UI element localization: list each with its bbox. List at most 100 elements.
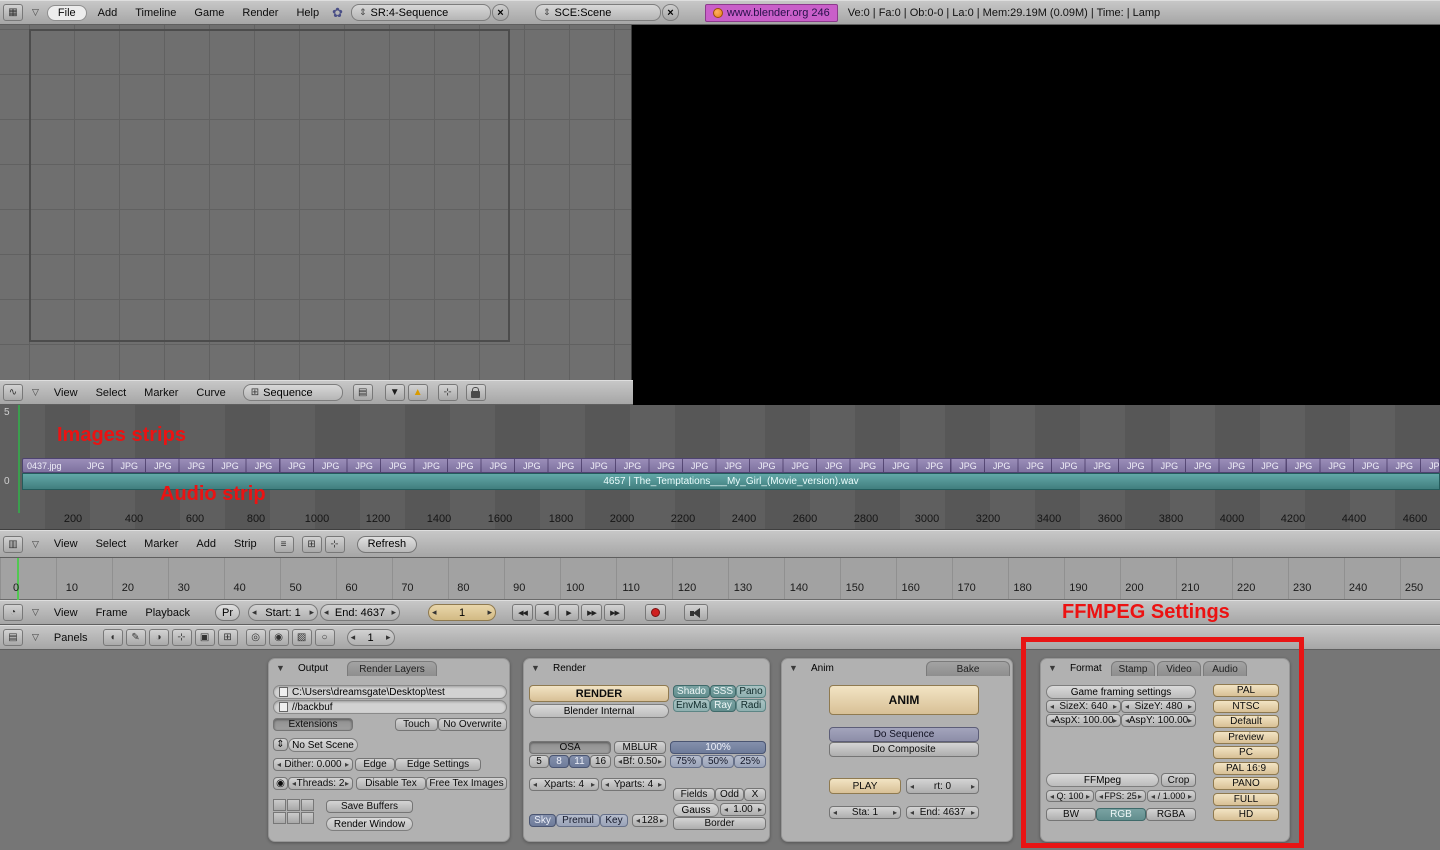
osa-5-button[interactable]: 5 — [529, 755, 549, 768]
grid-cell[interactable] — [301, 812, 314, 824]
menu-view[interactable]: View — [45, 607, 87, 619]
context-object-button[interactable]: ⊹ — [171, 629, 192, 646]
sss-toggle[interactable]: SSS — [710, 685, 736, 698]
do-composite-toggle[interactable]: Do Composite — [829, 742, 979, 757]
backbuf-field[interactable]: //backbuf — [273, 700, 507, 714]
play-button[interactable]: PLAY — [829, 778, 901, 794]
play-button[interactable]: ▶ — [558, 604, 579, 621]
format-preset-button[interactable]: Default — [1213, 715, 1279, 728]
pr-toggle[interactable]: Pr — [215, 604, 240, 621]
menu-panels[interactable]: Panels — [45, 632, 97, 644]
audio-strip[interactable]: 4657 | The_Temptations___My_Girl_(Movie_… — [22, 473, 1440, 490]
scene-browse-button[interactable]: ⇕ — [273, 738, 288, 751]
scene-selector[interactable]: ⇕ SCE:Scene — [534, 4, 661, 21]
shadow-toggle[interactable]: Shado — [673, 685, 710, 698]
menu-playback[interactable]: Playback — [136, 607, 199, 619]
snap-button[interactable]: ⊹ — [324, 535, 345, 553]
mode-dropdown[interactable]: ⊞ Sequence — [242, 384, 343, 401]
start-frame-field[interactable]: Start: 1 — [248, 604, 318, 621]
handles-button[interactable]: ⊞ — [301, 535, 322, 553]
menu-curve[interactable]: Curve — [187, 387, 234, 399]
grid-cell[interactable] — [287, 799, 300, 811]
save-buffers-toggle[interactable]: Save Buffers — [326, 800, 413, 813]
context-shading-button[interactable]: ◑ — [148, 629, 169, 646]
menu-frame[interactable]: Frame — [87, 607, 137, 619]
sequencer-strips-area[interactable]: 5 0 0437.jpg JPG JPG JPG JPG JPG JPG JPG JPG JPG J… — [0, 405, 1440, 530]
panel-collapse-icon[interactable]: ▼ — [789, 663, 798, 673]
image-strip[interactable]: 0437.jpg JPG JPG JPG JPG JPG JPG JPG JPG JPG JPG JP… — [22, 458, 1440, 473]
window-type-button[interactable]: ◔ — [3, 604, 23, 621]
scene-delete-button[interactable]: × — [661, 4, 679, 21]
format-preset-button[interactable]: HD — [1213, 808, 1279, 821]
set-scene-dropdown[interactable]: No Set Scene — [288, 738, 358, 752]
frame-stepper[interactable]: 1 — [346, 629, 395, 646]
panel-collapse-icon[interactable]: ▼ — [531, 663, 540, 673]
odd-toggle[interactable]: Odd — [715, 788, 744, 801]
fields-x-toggle[interactable]: X — [744, 788, 766, 801]
no-overwrite-toggle[interactable]: No Overwrite — [438, 718, 507, 731]
osa-toggle[interactable]: OSA — [529, 741, 611, 754]
osa-16-button[interactable]: 16 — [590, 755, 611, 768]
size-50-button[interactable]: 50% — [702, 755, 734, 768]
filter-size-field[interactable]: 1.00 — [720, 803, 766, 816]
end-frame-field[interactable]: End: 4637 — [320, 604, 400, 621]
menu-select[interactable]: Select — [87, 538, 136, 550]
mblur-toggle[interactable]: MBLUR — [614, 741, 666, 754]
snap-button[interactable]: ⊹ — [437, 384, 458, 401]
grid-cell[interactable] — [301, 799, 314, 811]
size-100-button[interactable]: 100% — [670, 741, 766, 754]
context-logic-button[interactable]: ◖ — [102, 629, 123, 646]
context-scene-button[interactable]: ⊞ — [217, 629, 238, 646]
free-tex-images-toggle[interactable]: Free Tex Images — [426, 777, 507, 790]
envmap-toggle[interactable]: EnvMa — [673, 699, 710, 712]
current-frame-field[interactable]: 1 — [428, 604, 496, 621]
collapse-triangle-icon[interactable]: ▽ — [32, 632, 39, 643]
menu-game[interactable]: Game — [185, 7, 233, 19]
tab-output[interactable]: Output — [291, 661, 335, 676]
menu-view[interactable]: View — [45, 387, 87, 399]
menu-add[interactable]: Add — [89, 7, 127, 19]
display-mode-button[interactable]: ≡ — [273, 535, 294, 553]
dither-field[interactable]: Dither: 0.000 — [273, 758, 353, 771]
size-75-button[interactable]: 75% — [670, 755, 702, 768]
output-path-field[interactable]: C:\Users\dreamsgate\Desktop\test — [273, 685, 507, 699]
record-button[interactable] — [645, 604, 666, 621]
display-mode-button[interactable]: ▤ — [352, 384, 373, 401]
tab-render-layers[interactable]: Render Layers — [347, 661, 437, 676]
lock-button[interactable] — [465, 384, 486, 401]
menu-select[interactable]: Select — [87, 387, 136, 399]
extensions-toggle[interactable]: Extensions — [273, 718, 353, 731]
threads-auto-button[interactable]: ◉ — [273, 777, 288, 790]
menu-add[interactable]: Add — [187, 538, 225, 550]
audio-sync-button[interactable] — [684, 604, 708, 621]
quality-field[interactable]: 128 — [632, 814, 668, 827]
menu-marker[interactable]: Marker — [135, 387, 187, 399]
grid-cell[interactable] — [287, 812, 300, 824]
menu-view[interactable]: View — [45, 538, 87, 550]
format-preset-button[interactable]: PANO — [1213, 777, 1279, 790]
render-window-dropdown[interactable]: Render Window — [326, 817, 413, 831]
format-preset-button[interactable]: PAL — [1213, 684, 1279, 697]
osa-8-button[interactable]: 8 — [549, 755, 569, 768]
edge-toggle[interactable]: Edge — [355, 758, 395, 771]
sub-lamp-button[interactable]: ◎ — [245, 629, 266, 646]
menu-timeline[interactable]: Timeline — [126, 7, 185, 19]
blur-factor-field[interactable]: Bf: 0.50 — [614, 755, 666, 768]
window-type-button[interactable]: ▥ — [3, 535, 23, 553]
screen-selector[interactable]: ⇕ SR:4-Sequence — [350, 4, 491, 21]
window-type-button[interactable]: ▤ — [3, 629, 23, 646]
collapse-triangle-icon[interactable]: ▽ — [32, 607, 39, 618]
border-toggle[interactable]: Border — [673, 817, 766, 830]
context-editing-button[interactable]: ▣ — [194, 629, 215, 646]
grid-cell[interactable] — [273, 812, 286, 824]
collapse-triangle-icon[interactable]: ▽ — [32, 387, 39, 398]
disable-tex-toggle[interactable]: Disable Tex — [356, 777, 426, 790]
osa-11-button[interactable]: 11 — [569, 755, 590, 768]
fields-toggle[interactable]: Fields — [673, 788, 715, 801]
zoom-up-button[interactable]: ▲ — [407, 384, 428, 401]
timeline[interactable]: 0 10 20 30 40 50 60 70 80 90 100 110 120 130 140 150 160… — [0, 558, 1440, 600]
website-field[interactable]: www.blender.org 246 — [704, 3, 838, 22]
next-frame-button[interactable]: ▶▶ — [581, 604, 602, 621]
sequence-preview-area[interactable] — [0, 25, 632, 380]
grid-cell[interactable] — [273, 799, 286, 811]
